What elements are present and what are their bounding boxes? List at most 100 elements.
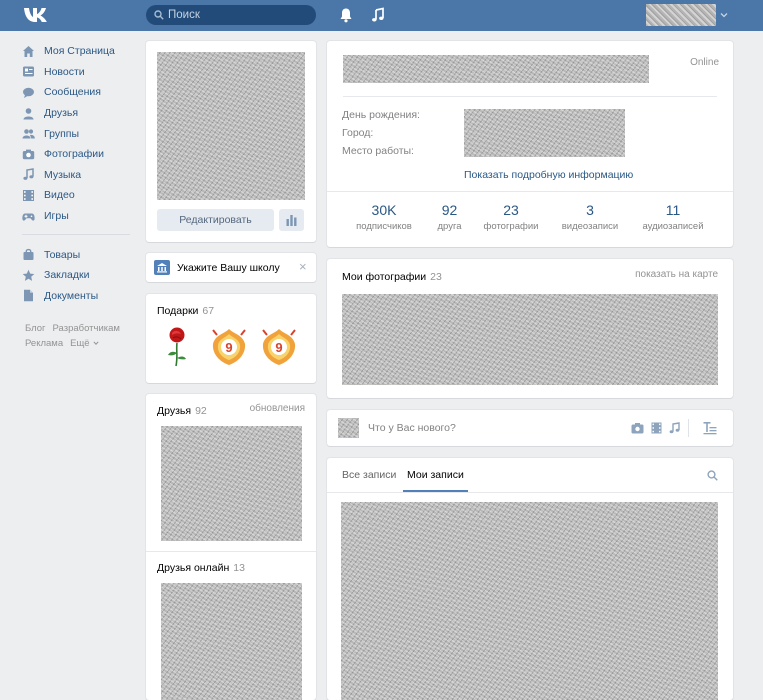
tab-my-posts[interactable]: Мои записи — [403, 458, 468, 492]
stat-label: фотографии — [483, 221, 539, 232]
menu-item-video[interactable]: Видео — [22, 185, 132, 206]
vk-logo[interactable] — [22, 5, 50, 25]
wall-card: Все записи Мои записи — [327, 458, 733, 700]
camera-icon — [22, 149, 35, 159]
stat-followers[interactable]: 30K подписчиков — [349, 202, 419, 232]
chevron-down-icon — [92, 341, 99, 345]
friends-grid-image[interactable] — [161, 426, 302, 541]
profile-name — [343, 55, 649, 83]
city-label: Город: — [342, 127, 374, 139]
text-format-icon[interactable] — [703, 421, 717, 435]
menu-item-bookmarks[interactable]: Закладки — [22, 265, 132, 286]
film-icon — [23, 189, 34, 201]
close-icon[interactable]: × — [299, 259, 307, 274]
search-input[interactable] — [168, 5, 308, 25]
news-icon — [23, 66, 34, 77]
stat-label: подписчиков — [356, 221, 412, 232]
show-details-link[interactable]: Показать подробную информацию — [464, 169, 633, 181]
composer-input[interactable]: Что у Вас нового? — [368, 422, 456, 434]
menu-item-label: Видео — [44, 189, 75, 202]
info-values — [464, 109, 625, 157]
work-label: Место работы: — [342, 145, 414, 157]
svg-text:9: 9 — [275, 340, 282, 355]
menu-item-my-page[interactable]: Моя Страница — [22, 41, 132, 62]
footer-more-label: Ещё — [70, 338, 90, 349]
stat-value: 23 — [503, 202, 519, 218]
menu-item-label: Группы — [44, 127, 79, 140]
stat-label: друга — [437, 221, 462, 232]
user-avatar[interactable] — [646, 4, 716, 26]
wall-post-content[interactable] — [341, 502, 718, 700]
menu-item-label: Моя Страница — [44, 45, 115, 58]
school-prompt-label: Укажите Вашу школу — [177, 262, 280, 274]
chevron-down-icon[interactable] — [720, 11, 728, 19]
bell-icon[interactable] — [338, 7, 354, 23]
bag-icon — [23, 248, 34, 261]
menu-item-label: Фотографии — [44, 148, 105, 161]
friends-updates-link[interactable]: обновления — [250, 403, 305, 414]
search-icon[interactable] — [707, 470, 718, 481]
document-icon — [24, 290, 33, 302]
friends-online-grid-image[interactable] — [161, 583, 302, 700]
menu-item-music[interactable]: Музыка — [22, 165, 132, 186]
profile-stats: 30K подписчиков 92 друга 23 фотографии 3… — [327, 192, 733, 247]
music-note-icon[interactable] — [370, 7, 386, 23]
stat-value: 3 — [586, 202, 594, 218]
music-icon[interactable] — [669, 422, 680, 434]
profile-photo[interactable] — [157, 52, 305, 200]
svg-text:9: 9 — [225, 340, 232, 355]
my-photos-card: Мои фотографии 23 показать на карте — [327, 259, 733, 398]
stat-videos[interactable]: 3 видеозаписи — [553, 202, 627, 232]
friends-header[interactable]: Друзья 92 — [157, 403, 207, 417]
footer-link-blog[interactable]: Блог — [25, 323, 46, 334]
composer-avatar[interactable] — [338, 418, 359, 438]
gifts-title: Подарки — [157, 305, 199, 317]
friends-card: Друзья 92 обновления Друзья онлайн 13 — [146, 394, 316, 700]
post-composer: Что у Вас нового? — [327, 410, 733, 446]
profile-info-card: Online День рождения: Город: Место работ… — [327, 41, 733, 247]
section-divider — [146, 551, 316, 552]
music-icon — [23, 168, 34, 181]
search-icon — [154, 10, 164, 20]
footer-links: Блог Разработчикам Реклама Ещё — [25, 321, 135, 351]
menu-item-news[interactable]: Новости — [22, 62, 132, 83]
menu-item-goods[interactable]: Товары — [22, 244, 132, 265]
menu-separator — [22, 234, 130, 236]
menu-item-friends[interactable]: Друзья — [22, 103, 132, 124]
film-icon[interactable] — [651, 422, 662, 434]
photos-header[interactable]: Мои фотографии 23 — [342, 269, 442, 283]
footer-link-more[interactable]: Ещё — [70, 338, 99, 349]
menu-item-games[interactable]: Игры — [22, 206, 132, 227]
tab-all-posts[interactable]: Все записи — [342, 458, 396, 492]
gifts-count: 67 — [202, 305, 215, 317]
wall-tabs-divider — [327, 492, 733, 493]
edit-profile-button[interactable]: Редактировать — [157, 209, 274, 231]
badge-gift-icon[interactable]: 9 — [210, 327, 248, 367]
footer-link-ads[interactable]: Реклама — [25, 338, 63, 349]
menu-item-photos[interactable]: Фотографии — [22, 144, 132, 165]
camera-icon[interactable] — [631, 422, 644, 434]
stat-label: аудиозаписей — [642, 221, 704, 232]
badge-gift-icon[interactable]: 9 — [260, 327, 298, 367]
menu-item-label: Товары — [44, 248, 81, 261]
stat-photos[interactable]: 23 фотографии — [477, 202, 545, 232]
stat-audios[interactable]: 11 аудиозаписей — [634, 202, 712, 232]
rose-gift-icon[interactable] — [163, 326, 191, 368]
profile-photo-card: Редактировать — [146, 41, 316, 242]
search-box[interactable] — [146, 5, 316, 25]
stat-friends[interactable]: 92 друга — [427, 202, 472, 232]
school-prompt[interactable]: Укажите Вашу школу × — [146, 253, 316, 282]
friends-online-header[interactable]: Друзья онлайн 13 — [157, 560, 245, 574]
photos-strip[interactable] — [342, 294, 718, 385]
menu-item-label: Музыка — [44, 168, 82, 181]
menu-item-messages[interactable]: Сообщения — [22, 82, 132, 103]
menu-item-groups[interactable]: Группы — [22, 123, 132, 144]
stats-button[interactable] — [279, 209, 304, 231]
chat-icon — [23, 87, 34, 98]
gifts-header[interactable]: Подарки 67 — [157, 303, 214, 317]
gifts-card: Подарки 67 9 9 — [146, 294, 316, 383]
menu-item-documents[interactable]: Документы — [22, 286, 132, 307]
birthday-label: День рождения: — [342, 109, 420, 121]
show-on-map-link[interactable]: показать на карте — [635, 269, 718, 280]
footer-link-developers[interactable]: Разработчикам — [53, 323, 120, 334]
